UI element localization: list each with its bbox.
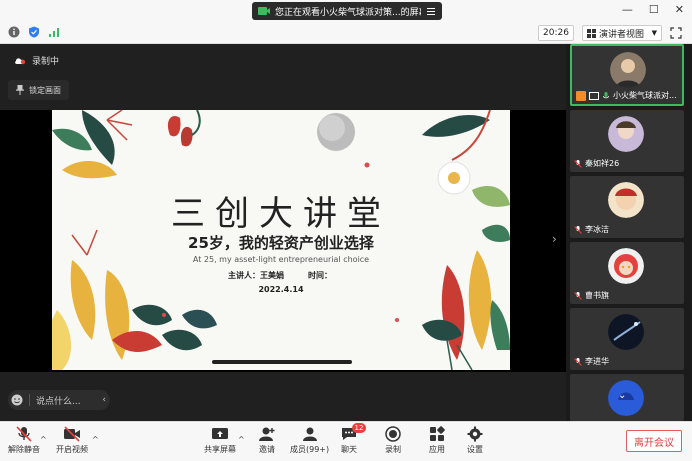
bottom-toolbar: 解除静音 ^ 开启视频 ^ 共享屏幕 ^ 邀请 成员(99+) 聊天 12 录制… — [0, 421, 692, 461]
signal-icon[interactable] — [48, 26, 60, 38]
chat-label: 聊天 — [341, 445, 357, 454]
participant-name: 秦如祥26 — [585, 159, 620, 168]
cloud-record-icon — [15, 58, 26, 65]
meeting-timer: 20:26 — [538, 25, 574, 41]
avatar — [608, 248, 644, 284]
apps-label: 应用 — [429, 445, 445, 454]
screen-share-indicator[interactable]: 您正在观看小火柴气球派对策...的屏幕 — [252, 2, 442, 20]
share-status-text: 您正在观看小火柴气球派对策...的屏幕 — [275, 7, 421, 18]
grid-view-icon — [587, 28, 596, 38]
avatar — [608, 182, 644, 218]
camera-off-icon — [64, 426, 80, 442]
leave-meeting-button[interactable]: 离开会议 — [626, 430, 682, 452]
participant-tile[interactable]: 秦如祥26 — [570, 110, 684, 172]
mic-muted-icon — [574, 159, 582, 168]
participant-name: 李进华 — [585, 357, 609, 366]
shield-icon[interactable] — [28, 26, 40, 38]
start-video-label: 开启视频 — [56, 445, 88, 454]
invite-label: 邀请 — [259, 445, 275, 454]
slide-date: 2022.4.14 — [258, 285, 304, 294]
chat-divider — [29, 394, 30, 406]
avatar — [610, 52, 646, 88]
recording-status: 录制中 — [14, 54, 59, 67]
add-user-icon — [259, 427, 275, 441]
participant-name: 曹书旗 — [585, 291, 609, 300]
share-screen-label: 共享屏幕 — [204, 445, 236, 454]
mic-muted-icon — [16, 426, 32, 442]
minimize-icon[interactable]: — — [622, 3, 633, 16]
participant-tile[interactable]: 小火柴气球派对... — [570, 44, 684, 106]
meeting-toolbar: 20:26 演讲者视图 ▼ — [0, 22, 692, 44]
screen-share-badge-icon — [589, 91, 599, 100]
view-mode-select[interactable]: 演讲者视图 ▼ — [582, 25, 662, 41]
chevron-left-icon[interactable]: ‹ — [102, 395, 106, 405]
slide-subtitle: 25岁，我的轻资产创业选择 — [188, 234, 374, 252]
participant-tile[interactable]: 李进华 — [570, 308, 684, 370]
members-label: 成员(99+) — [290, 445, 330, 454]
slide-title: 三创大讲堂 — [171, 194, 391, 234]
slide-time-label: 时间： — [308, 271, 332, 280]
participant-tile[interactable]: 曹书旗 — [570, 242, 684, 304]
chevron-up-icon[interactable]: ^ — [40, 435, 47, 444]
slide-english-subtitle: At 25, my asset-light entrepreneurial ch… — [192, 255, 370, 264]
close-icon[interactable]: ✕ — [675, 3, 684, 16]
share-screen-button[interactable]: 共享屏幕 — [204, 426, 236, 455]
mic-muted-icon — [574, 225, 582, 234]
fullscreen-icon[interactable] — [670, 27, 682, 39]
invite-button[interactable]: 邀请 — [258, 426, 276, 455]
lock-screen-button[interactable]: 锁定画面 — [8, 80, 69, 100]
unmute-button[interactable]: 解除静音 — [8, 426, 40, 455]
maximize-icon[interactable]: ☐ — [649, 3, 659, 16]
users-icon — [302, 427, 317, 441]
mic-muted-icon — [574, 357, 582, 366]
recording-label: 录制中 — [32, 57, 60, 67]
pin-icon — [16, 85, 24, 95]
record-label: 录制 — [385, 445, 401, 454]
record-icon — [385, 426, 401, 442]
chat-button[interactable]: 聊天 12 — [340, 423, 366, 455]
participant-tile[interactable]: 李冰洁 — [570, 176, 684, 238]
record-button[interactable]: 录制 — [384, 426, 402, 455]
title-bar: 您正在观看小火柴气球派对策...的屏幕 — ☐ ✕ — [0, 0, 692, 22]
avatar — [608, 116, 644, 152]
chevron-right-icon[interactable]: › — [552, 232, 557, 246]
mic-on-icon — [603, 91, 609, 98]
screen-share-icon — [258, 7, 270, 15]
chevron-up-icon[interactable]: ^ — [92, 435, 99, 444]
menu-icon[interactable] — [426, 6, 436, 16]
unmute-label: 解除静音 — [8, 445, 40, 454]
lock-label: 锁定画面 — [29, 85, 61, 95]
share-screen-icon — [212, 428, 228, 439]
presentation-slide: 三创大讲堂 25岁，我的轻资产创业选择 At 25, my asset-ligh… — [52, 110, 510, 370]
chevron-up-icon[interactable]: ^ — [238, 435, 245, 444]
chat-input[interactable]: 说点什么... — [36, 394, 81, 407]
participant-tile[interactable]: ⌄ — [570, 374, 684, 421]
participant-name: 小火柴气球派对... — [613, 91, 677, 100]
apps-button[interactable]: 应用 — [428, 426, 446, 455]
chat-unread-badge: 12 — [352, 423, 366, 433]
settings-label: 设置 — [467, 445, 483, 454]
start-video-button[interactable]: 开启视频 — [56, 426, 88, 455]
participants-panel: 小火柴气球派对... 秦如祥26 李冰洁 曹书旗 李进华 ⌄ — [566, 44, 692, 421]
members-button[interactable]: 成员(99+) — [290, 426, 329, 455]
chevron-down-icon[interactable]: ⌄ — [618, 390, 626, 401]
host-badge-icon — [576, 90, 586, 101]
participant-name: 李冰洁 — [585, 225, 609, 234]
home-indicator-bar — [212, 360, 352, 364]
gear-icon — [467, 426, 483, 442]
quick-chat-bar[interactable]: 说点什么... ‹ — [8, 390, 110, 410]
slide-presenter: 主讲人：王美娟 — [228, 271, 284, 280]
view-mode-label: 演讲者视图 — [599, 29, 645, 40]
apps-icon — [430, 426, 445, 441]
info-icon[interactable] — [8, 26, 20, 38]
settings-button[interactable]: 设置 — [466, 426, 484, 455]
shared-screen-area: 录制中 锁定画面 三创大讲堂 25岁，我的轻资产创业选择 At 25, my a… — [0, 44, 566, 421]
avatar — [608, 314, 644, 350]
mic-muted-icon — [574, 291, 582, 300]
emoji-icon[interactable] — [11, 394, 23, 406]
chevron-down-icon: ▼ — [651, 29, 657, 37]
